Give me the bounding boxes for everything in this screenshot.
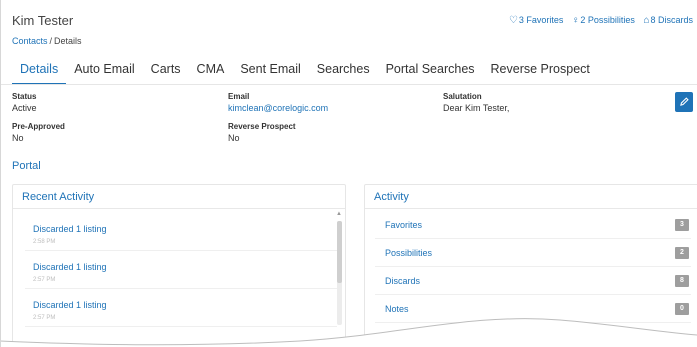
breadcrumb-current: Details bbox=[54, 36, 82, 46]
count-badge: 8 bbox=[675, 275, 689, 287]
reverse-prospect-field: Reverse Prospect No bbox=[228, 122, 296, 144]
activity-summary: ♡3 Favorites ♀2 Possibilities ⌂8 Discard… bbox=[503, 15, 693, 26]
recent-activity-list: Discarded 1 listing 2:58 PM Discarded 1 … bbox=[13, 209, 343, 347]
activity-time: 2:57 PM bbox=[33, 315, 56, 321]
count-badge: 0 bbox=[675, 303, 689, 315]
activity-panel: Activity Favorites 3 Possibilities 2 Dis… bbox=[364, 184, 697, 347]
reverse-prospect-label: Reverse Prospect bbox=[228, 122, 296, 131]
tab-sent-email[interactable]: Sent Email bbox=[232, 56, 308, 85]
recent-activity-panel: Recent Activity Discarded 1 listing 2:58… bbox=[12, 184, 346, 347]
discards-summary-label: 8 Discards bbox=[650, 15, 693, 25]
tab-searches[interactable]: Searches bbox=[309, 56, 378, 85]
breadcrumb-contacts-link[interactable]: Contacts bbox=[12, 36, 48, 46]
salutation-field: Salutation Dear Kim Tester, bbox=[443, 92, 509, 114]
recent-activity-scrollbar[interactable]: ▲ bbox=[336, 211, 342, 331]
salutation-value: Dear Kim Tester, bbox=[443, 103, 510, 113]
email-label: Email bbox=[228, 92, 250, 101]
detail-tabs: Details Auto Email Carts CMA Sent Email … bbox=[12, 56, 598, 85]
breadcrumb: Contacts / Details bbox=[12, 36, 82, 46]
count-badge: 3 bbox=[675, 219, 689, 231]
trash-icon: ⌂ bbox=[643, 15, 650, 26]
heart-icon: ♡ bbox=[508, 15, 518, 26]
list-item[interactable]: Discarded 1 listing 2:57 PM bbox=[25, 291, 337, 327]
activity-text: Discarded 1 listing bbox=[33, 300, 107, 310]
possibilities-summary-label: 2 Possibilities bbox=[580, 15, 635, 25]
tab-portal-searches[interactable]: Portal Searches bbox=[378, 56, 483, 85]
reverse-prospect-value: No bbox=[228, 133, 240, 143]
tabs-divider bbox=[0, 84, 697, 85]
status-field: Status Active bbox=[12, 92, 37, 114]
scroll-up-arrow-icon[interactable]: ▲ bbox=[336, 211, 342, 217]
activity-label: Favorites bbox=[385, 220, 423, 230]
activity-label: Notes bbox=[385, 304, 409, 314]
activity-text: Discarded 1 listing bbox=[33, 224, 107, 234]
list-item[interactable]: Discarded 1 listing 2:58 PM bbox=[25, 215, 337, 251]
list-item[interactable]: Discarded 1 listing 2:57 PM bbox=[25, 253, 337, 289]
activity-text: Discarded 1 listing bbox=[33, 262, 107, 272]
pre-approved-field: Pre-Approved No bbox=[12, 122, 65, 144]
recent-activity-title: Recent Activity bbox=[13, 185, 345, 209]
lightbulb-icon: ♀ bbox=[571, 15, 580, 26]
breadcrumb-separator: / bbox=[49, 36, 53, 46]
status-label: Status bbox=[12, 92, 37, 101]
activity-title: Activity bbox=[365, 185, 697, 209]
pre-approved-value: No bbox=[12, 133, 24, 143]
status-value: Active bbox=[12, 103, 37, 113]
activity-favorites-row[interactable]: Favorites 3 bbox=[375, 211, 691, 239]
pre-approved-label: Pre-Approved bbox=[12, 122, 65, 131]
portal-section-title: Portal bbox=[12, 160, 41, 172]
email-field: Email kimclean@corelogic.com bbox=[228, 92, 328, 114]
pencil-icon bbox=[679, 97, 689, 106]
tab-reverse-prospect[interactable]: Reverse Prospect bbox=[483, 56, 598, 85]
email-link[interactable]: kimclean@corelogic.com bbox=[228, 102, 328, 114]
favorites-summary-link[interactable]: ♡3 Favorites bbox=[508, 15, 564, 26]
favorites-summary-label: 3 Favorites bbox=[518, 15, 564, 25]
possibilities-summary-link[interactable]: ♀2 Possibilities bbox=[571, 15, 635, 26]
tab-carts[interactable]: Carts bbox=[143, 56, 189, 85]
activity-time: 2:58 PM bbox=[33, 239, 56, 245]
count-badge: 2 bbox=[675, 247, 689, 259]
activity-discards-row[interactable]: Discards 8 bbox=[375, 267, 691, 295]
salutation-label: Salutation bbox=[443, 92, 482, 101]
activity-label: Discards bbox=[385, 276, 421, 286]
scrollbar-thumb[interactable] bbox=[337, 221, 342, 283]
edit-contact-button[interactable] bbox=[675, 92, 693, 112]
discards-summary-link[interactable]: ⌂8 Discards bbox=[643, 15, 693, 26]
tab-details[interactable]: Details bbox=[12, 56, 67, 85]
activity-notes-row[interactable]: Notes 0 bbox=[375, 295, 691, 323]
tab-auto-email[interactable]: Auto Email bbox=[66, 56, 142, 85]
activity-time: 2:57 PM bbox=[33, 277, 56, 283]
page-header: Kim Tester Contacts / Details ♡3 Favorites… bbox=[12, 13, 697, 47]
activity-possibilities-row[interactable]: Possibilities 2 bbox=[375, 239, 691, 267]
contact-details-window: Kim Tester Contacts / Details ♡3 Favorites… bbox=[0, 0, 697, 347]
activity-label: Possibilities bbox=[385, 248, 433, 258]
tab-cma[interactable]: CMA bbox=[189, 56, 233, 85]
